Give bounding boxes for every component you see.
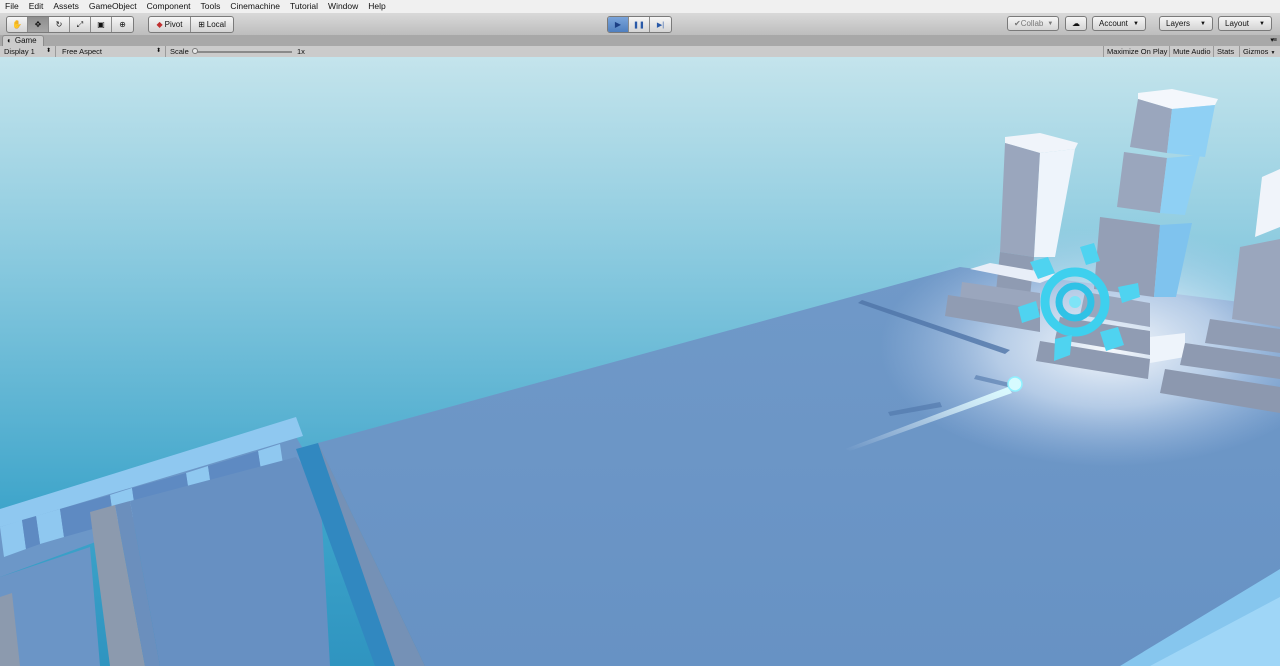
aspect-label: Free Aspect	[62, 47, 103, 56]
stats-toggle[interactable]: Stats	[1213, 46, 1237, 57]
account-dropdown[interactable]: Account ▼	[1092, 16, 1146, 31]
layers-label: Layers	[1166, 19, 1191, 28]
step-icon: ▶|	[656, 21, 665, 29]
gizmos-dropdown[interactable]: Gizmos ▼	[1239, 46, 1278, 57]
game-viewport[interactable]	[0, 57, 1280, 666]
menu-item-window[interactable]: Window	[323, 0, 363, 13]
local-label: Local	[206, 20, 226, 29]
player-ball	[1007, 376, 1023, 392]
layout-label: Layout	[1225, 19, 1250, 28]
tab-game[interactable]: ◐ Game	[2, 35, 44, 46]
chevron-down-icon: ▼	[1259, 20, 1265, 27]
collab-check-icon: ✔	[1014, 19, 1021, 28]
play-icon: ▶	[614, 20, 622, 29]
menu-bar: File Edit Assets GameObject Component Tools Ci…	[0, 0, 1280, 13]
pivot-toggle-group: ◆ Pivot ⊞ Local	[148, 16, 234, 33]
pause-icon: ❚❚	[633, 21, 645, 29]
mute-audio-toggle[interactable]: Mute Audio	[1169, 46, 1214, 57]
local-icon: ⊞	[198, 20, 205, 29]
layout-dropdown[interactable]: Layout ▼	[1218, 16, 1272, 31]
menu-item-file[interactable]: File	[0, 0, 24, 13]
rotate-tool-button[interactable]: ↻	[49, 17, 70, 32]
collab-label: Collab	[1020, 19, 1044, 28]
toolbar: ✋ ✥ ↻ ⤢ ▣ ⊕ ◆ Pivot ⊞ Local ▶ ❚❚ ▶| ✔ Collab …	[0, 13, 1280, 36]
gizmos-label: Gizmos	[1243, 47, 1269, 56]
rect-tool-button[interactable]: ▣	[91, 17, 112, 32]
scale-label: Scale	[170, 47, 189, 56]
menu-item-assets[interactable]: Assets	[48, 0, 84, 13]
pivot-icon: ◆	[156, 20, 163, 29]
scale-tool-icon: ⤢	[76, 19, 84, 29]
chevron-down-icon: ▼	[1133, 20, 1139, 27]
cloud-icon: ☁	[1072, 19, 1080, 28]
rotate-tool-icon: ↻	[55, 20, 63, 29]
move-tool-button[interactable]: ✥	[28, 17, 49, 32]
display-label: Display 1	[4, 47, 35, 56]
transform-tool-button[interactable]: ⊕	[112, 17, 133, 32]
transform-tools: ✋ ✥ ↻ ⤢ ▣ ⊕	[6, 16, 134, 33]
rect-tool-icon: ▣	[97, 20, 105, 29]
pivot-label: Pivot	[164, 20, 183, 29]
hand-tool-icon: ✋	[12, 20, 22, 29]
menu-item-edit[interactable]: Edit	[24, 0, 49, 13]
cloud-button[interactable]: ☁	[1065, 16, 1087, 31]
menu-item-tutorial[interactable]: Tutorial	[285, 0, 323, 13]
scale-slider-track[interactable]	[194, 51, 292, 53]
scale-value: 1x	[297, 47, 305, 56]
tab-menu-icon[interactable]: ▾≡	[1270, 36, 1277, 44]
collab-dropdown[interactable]: ✔ Collab ▼	[1007, 16, 1059, 31]
menu-item-tools[interactable]: Tools	[196, 0, 226, 13]
mute-label: Mute Audio	[1173, 47, 1211, 56]
game-icon: ◐	[7, 36, 12, 45]
scale-tool-button[interactable]: ⤢	[70, 17, 91, 32]
maximize-on-play-toggle[interactable]: Maximize On Play	[1103, 46, 1170, 57]
chevron-updown-icon: ⬍	[155, 48, 161, 54]
maximize-label: Maximize On Play	[1107, 47, 1168, 56]
chevron-updown-icon: ⬍	[45, 48, 51, 54]
play-button[interactable]: ▶	[608, 17, 629, 32]
transform-tool-icon: ⊕	[119, 20, 126, 29]
menu-item-cinemachine[interactable]: Cinemachine	[225, 0, 285, 13]
pivot-button[interactable]: ◆ Pivot	[149, 17, 191, 32]
menu-item-component[interactable]: Component	[142, 0, 196, 13]
pause-button[interactable]: ❚❚	[629, 17, 650, 32]
local-button[interactable]: ⊞ Local	[191, 17, 233, 32]
move-tool-icon: ✥	[34, 20, 42, 29]
stats-label: Stats	[1217, 47, 1235, 56]
menu-item-help[interactable]: Help	[363, 0, 390, 13]
aspect-dropdown[interactable]: Free Aspect ⬍	[58, 46, 166, 57]
layers-dropdown[interactable]: Layers ▼	[1159, 16, 1213, 31]
game-scene	[0, 57, 1280, 666]
playback-controls: ▶ ❚❚ ▶|	[607, 16, 672, 33]
hand-tool-button[interactable]: ✋	[7, 17, 28, 32]
chevron-down-icon: ▼	[1047, 20, 1054, 27]
display-dropdown[interactable]: Display 1 ⬍	[0, 46, 56, 57]
menu-item-gameobject[interactable]: GameObject	[84, 0, 142, 13]
chevron-down-icon: ▼	[1200, 20, 1206, 27]
chevron-down-icon: ▼	[1270, 50, 1276, 56]
scale-slider-handle[interactable]	[192, 48, 198, 54]
tab-game-label: Game	[14, 36, 37, 45]
account-label: Account	[1099, 19, 1128, 28]
step-button[interactable]: ▶|	[650, 17, 671, 32]
